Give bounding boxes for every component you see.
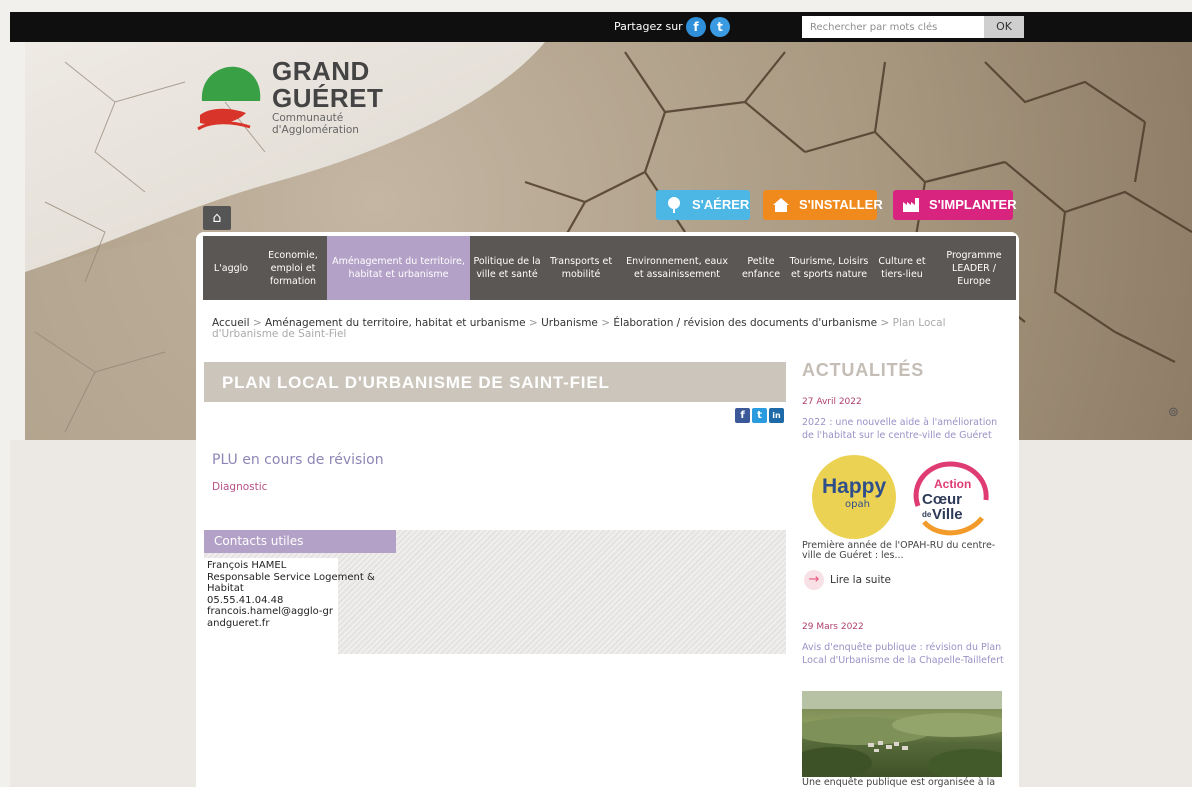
nav-item-petite-enfance[interactable]: Petite enfance [736, 236, 786, 300]
logo-subtitle: Communauté d'Agglomération [272, 112, 359, 136]
grand-gueret-logo-icon[interactable] [196, 63, 262, 135]
sinstaller-label: S'INSTALLER [799, 197, 883, 212]
contact-role: Responsable Service Logement & Habitat [207, 571, 375, 595]
breadcrumb-elaboration[interactable]: Élaboration / révision des documents d'u… [613, 317, 877, 329]
logo-line-communaute: Communauté [272, 112, 344, 124]
search-button[interactable]: OK [984, 16, 1024, 38]
nav-item-environnement[interactable]: Environnement, eaux et assainissement [618, 236, 736, 300]
simplanter-button[interactable]: S'IMPLANTER [893, 190, 1017, 220]
news-headline[interactable]: 2022 : une nouvelle aide à l'amélioratio… [802, 416, 1007, 442]
nav-item-tourisme[interactable]: Tourisme, Loisirs et sports nature [786, 236, 872, 300]
facebook-icon[interactable]: f [686, 17, 706, 37]
nav-item-leader[interactable]: Programme LEADER / Europe [932, 236, 1016, 300]
share-facebook-icon[interactable]: f [735, 408, 750, 423]
happy-logo-sub: opah [845, 499, 870, 510]
logo-title: GRAND GUÉRET [272, 58, 383, 112]
contact-phone: 05.55.41.04.48 [207, 594, 284, 606]
nav-item-culture[interactable]: Culture et tiers-lieu [872, 236, 932, 300]
acv-action: Action [934, 477, 971, 491]
contacts-details: François HAMEL Responsable Service Logem… [207, 560, 383, 629]
contacts-heading: Contacts utiles [204, 530, 396, 553]
news-description: Une enquête publique est organisée à la [802, 777, 996, 787]
diagnostic-link[interactable]: Diagnostic [212, 481, 267, 493]
nav-item-amenagement[interactable]: Aménagement du territoire, habitat et ur… [327, 236, 470, 300]
page-title: PLAN LOCAL D'URBANISME DE SAINT-FIEL [222, 373, 610, 392]
happy-logo-text: Happy [822, 475, 887, 498]
happy-opah-logo[interactable]: Happy opah [812, 455, 896, 539]
factory-icon [903, 198, 919, 212]
page-title-bar: PLAN LOCAL D'URBANISME DE SAINT-FIEL [204, 362, 786, 402]
acv-de: de [922, 510, 932, 519]
acv-ville: Ville [932, 506, 963, 523]
logo-line-gueret: GUÉRET [272, 83, 384, 113]
arrow-right-icon[interactable]: → [804, 570, 824, 590]
share-linkedin-icon[interactable]: in [769, 408, 784, 423]
saerer-label: S'AÉRER [692, 197, 750, 212]
logo-line-agglomeration: d'Agglomération [272, 124, 359, 136]
contact-email[interactable]: francois.hamel@agglo-grandgueret.fr [207, 606, 337, 629]
news-date: 29 Mars 2022 [802, 622, 864, 632]
twitter-icon[interactable]: t [710, 17, 730, 37]
logo-line-grand: GRAND [272, 56, 370, 86]
news-headline[interactable]: Avis d'enquête publique : révision du Pl… [802, 641, 1007, 667]
house-icon [773, 198, 789, 212]
share-label: Partagez sur [614, 20, 683, 33]
home-icon[interactable]: ⌂ [203, 206, 231, 230]
breadcrumb-separator: > [528, 317, 538, 329]
news-date: 27 Avril 2022 [802, 397, 862, 407]
breadcrumb-separator: > [601, 317, 611, 329]
nav-item-economie[interactable]: Economie, emploi et formation [259, 236, 327, 300]
action-coeur-de-ville-logo[interactable]: Action Cœur de Ville [906, 458, 994, 542]
news-photo[interactable] [802, 691, 1002, 777]
tree-icon [668, 197, 680, 213]
simplanter-label: S'IMPLANTER [929, 197, 1017, 212]
news-title: ACTUALITÉS [802, 360, 924, 380]
contact-name: François HAMEL [207, 560, 287, 571]
search-input[interactable] [802, 16, 984, 38]
village-landscape-image [802, 691, 1002, 777]
share-twitter-icon[interactable]: t [752, 408, 767, 423]
saerer-button[interactable]: S'AÉRER [656, 190, 750, 220]
main-nav: L'agglo Economie, emploi et formation Am… [203, 236, 1016, 300]
section-heading: PLU en cours de révision [212, 452, 384, 468]
breadcrumb: Accueil > Aménagement du territoire, hab… [212, 318, 1002, 340]
nav-item-agglo[interactable]: L'agglo [203, 236, 259, 300]
read-more-link[interactable]: Lire la suite [830, 574, 891, 586]
nav-item-transports[interactable]: Transports et mobilité [544, 236, 618, 300]
breadcrumb-separator: > [880, 317, 890, 329]
scroll-indicator-icon[interactable]: ⊚ [1168, 405, 1182, 425]
breadcrumb-urbanisme[interactable]: Urbanisme [541, 317, 598, 329]
news-description: Première année de l'OPAH-RU du centre-vi… [802, 540, 996, 561]
nav-item-politique-ville[interactable]: Politique de la ville et santé [470, 236, 544, 300]
top-bar: Partagez sur f t OK [10, 12, 1192, 42]
sinstaller-button[interactable]: S'INSTALLER [763, 190, 883, 220]
